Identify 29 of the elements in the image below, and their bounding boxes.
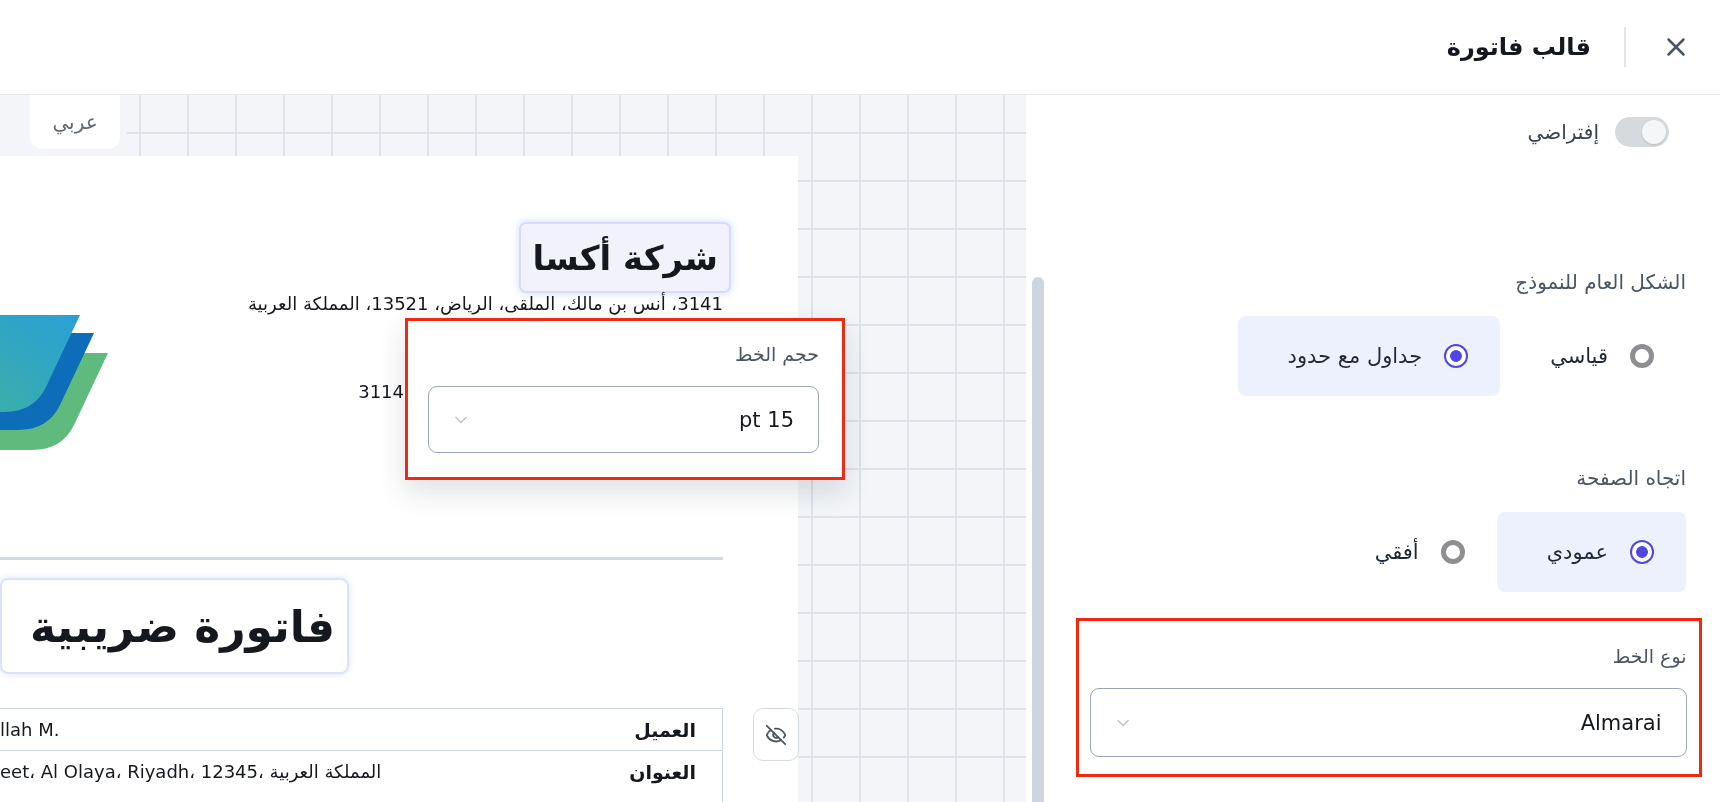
radio-icon [1440, 540, 1465, 564]
section-label: الشكل العام للنموذج [1514, 269, 1686, 296]
radio-icon [1444, 344, 1469, 368]
toggle-label: إفتراضي [1527, 120, 1599, 144]
radio-icon [1630, 344, 1654, 368]
eye-slash-icon [765, 723, 787, 746]
font-type-select[interactable]: Almarai [1089, 688, 1687, 757]
company-address: 3141، أنس بن مالك، الملقى، الرياض، 13521، المملكة العربية [247, 292, 723, 316]
invoice-title: فاتورة ضريبية [0, 578, 349, 674]
radio-icon [1630, 540, 1654, 564]
detail-label: العنوان [628, 760, 697, 785]
detail-value: eet، Al Olaya، Riyadh، 12345، المملكة العربية [0, 760, 383, 785]
detail-value: llah M. [0, 717, 61, 742]
detail-label: العميل [633, 717, 697, 743]
language-tab[interactable]: عربي [30, 95, 120, 149]
font-size-select[interactable]: pt 15 [428, 386, 819, 453]
company-info-line: 3114 [358, 380, 404, 404]
company-name: شركة أكسا [519, 222, 731, 293]
section-label: اتجاه الصفحة [1575, 465, 1686, 492]
field-label: حجم الخط [733, 342, 819, 367]
hide-button[interactable] [753, 708, 799, 761]
radio-option[interactable]: عمودي [1496, 512, 1686, 592]
radio-option[interactable]: جداول مع حدود [1237, 316, 1501, 396]
radio-option[interactable]: قياسي [1500, 316, 1686, 396]
window-title: قالب فاتورة [1446, 33, 1591, 61]
field-label: نوع الخط [1611, 644, 1687, 669]
logo-icon [0, 315, 108, 450]
scrollbar-thumb[interactable] [1032, 277, 1044, 802]
radio-option[interactable]: أفقي [1324, 512, 1497, 592]
